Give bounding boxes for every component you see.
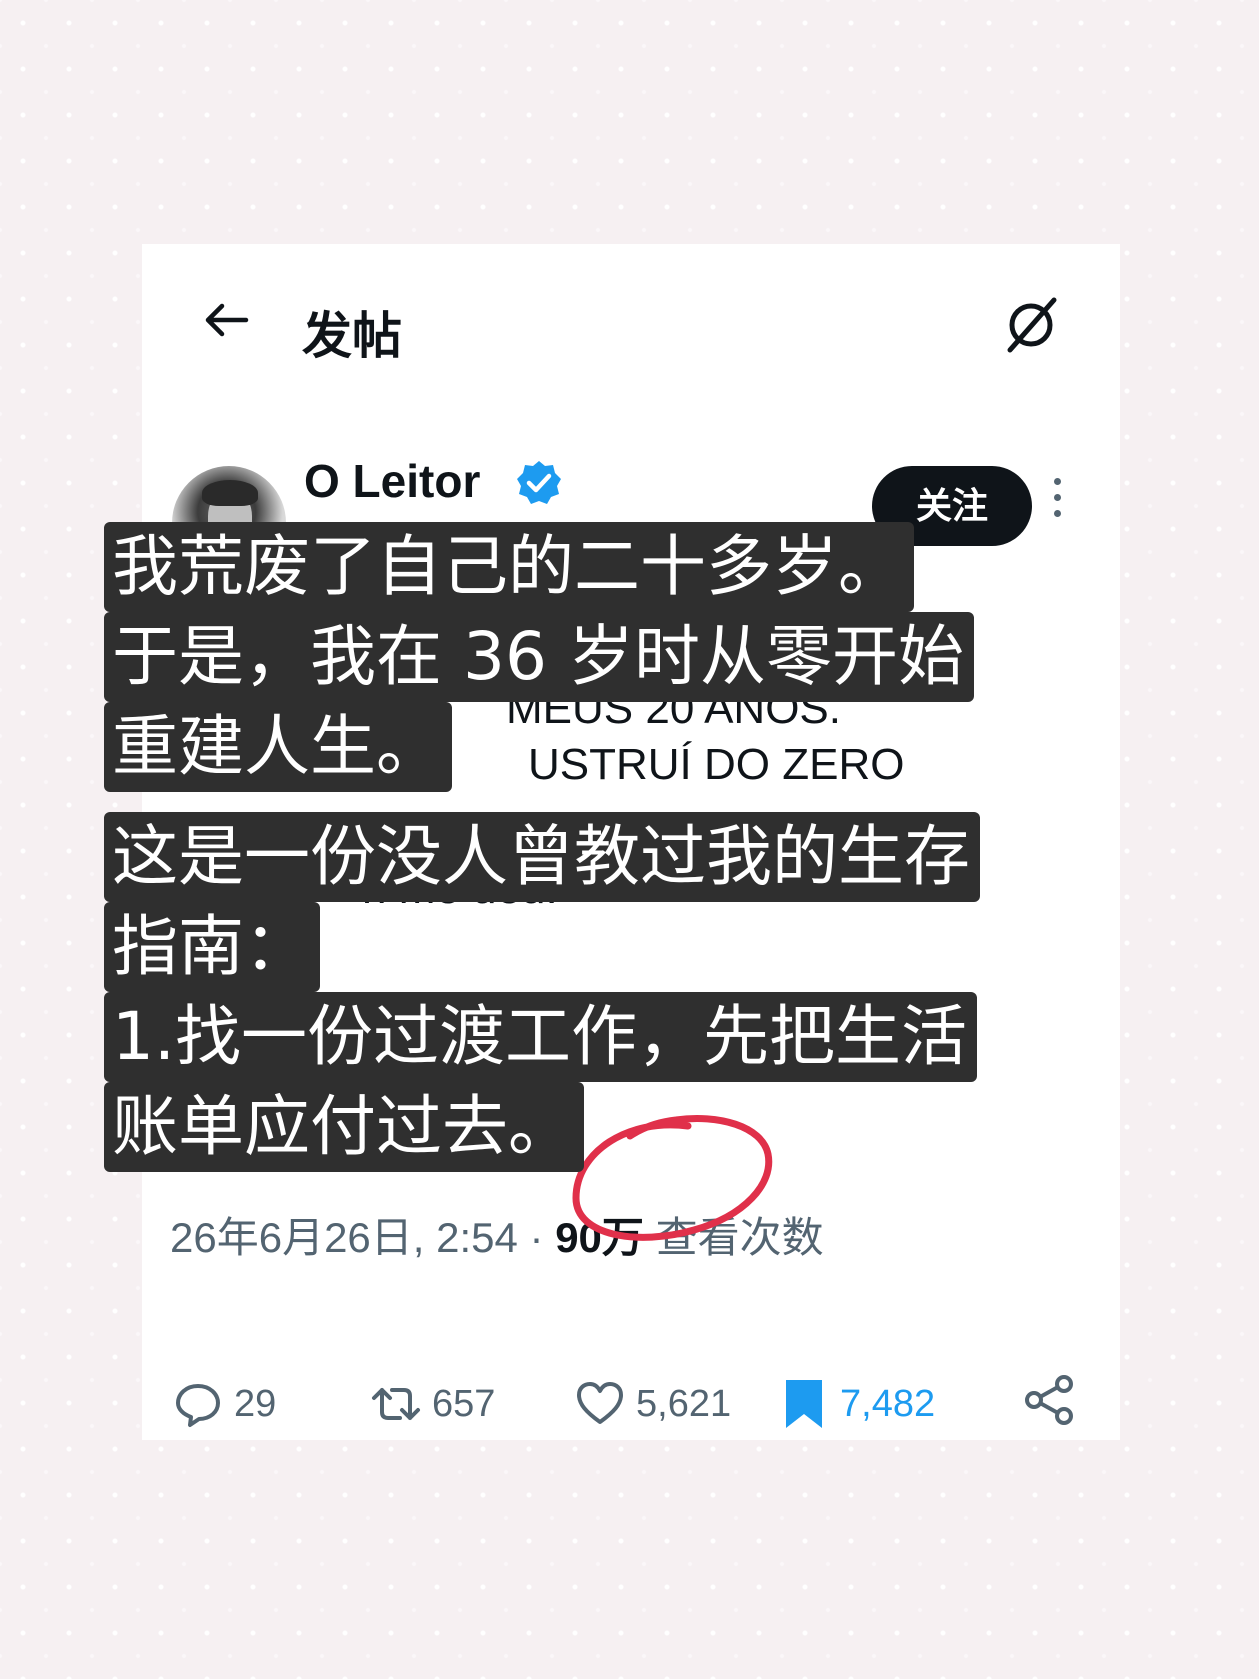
post-datetime: 26年6月26日, 2:54 <box>170 1214 518 1261</box>
post-text-line: USTRUÍ DO ZERO <box>528 740 905 789</box>
share-icon[interactable] <box>1022 1372 1078 1428</box>
repost-count: 657 <box>432 1382 496 1425</box>
like-count: 5,621 <box>636 1382 732 1425</box>
repost-button[interactable]: 657 <box>370 1374 495 1434</box>
like-button[interactable]: 5,621 <box>574 1374 731 1434</box>
bookmark-button[interactable]: 7,482 <box>778 1374 935 1434</box>
heart-icon <box>577 1382 623 1424</box>
caption-line: 于是，我在 36 岁时从零开始 <box>104 612 974 702</box>
caption-line: 1.找一份过渡工作，先把生活 <box>104 992 977 1082</box>
reply-count: 29 <box>234 1382 277 1425</box>
caption-line: 指南： <box>104 902 320 992</box>
caption-line: 重建人生。 <box>104 702 452 792</box>
reply-button[interactable]: 29 <box>172 1374 276 1434</box>
repost-icon <box>372 1388 420 1420</box>
red-circle-annotation <box>572 1115 773 1241</box>
reply-icon <box>176 1384 220 1427</box>
meta-separator: · <box>517 1214 556 1261</box>
caption-line: 账单应付过去。 <box>104 1082 584 1172</box>
caption-line: 这是一份没人曾教过我的生存 <box>104 812 980 902</box>
bookmark-count: 7,482 <box>840 1382 936 1425</box>
bookmark-icon <box>786 1380 822 1428</box>
caption-line: 我荒废了自己的二十多岁。 <box>104 522 914 612</box>
